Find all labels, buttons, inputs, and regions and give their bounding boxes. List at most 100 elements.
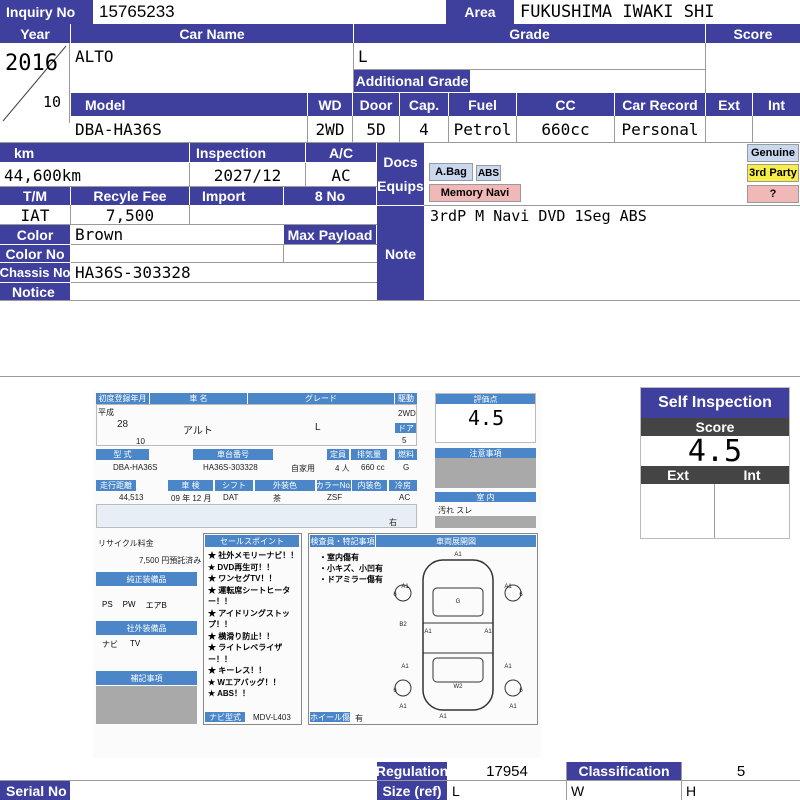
sheet-supplement-title: 補記事項 — [96, 671, 197, 685]
auction-sheet-image: 初度登録年月 車 名 グレード 駆動 平成 28 10 アルト L 2WD ドア… — [93, 390, 541, 758]
wd-value: 2WD — [315, 120, 345, 139]
cc-label: CC — [517, 93, 614, 116]
grade-value: L — [358, 46, 368, 66]
note-label: Note — [377, 206, 424, 301]
damage-mark: A1 — [504, 664, 512, 670]
thirdparty-equip-item: ナビ — [102, 640, 118, 649]
sheet-recycle-val: 7,500 円預託済み — [139, 556, 202, 565]
size-w: W — [571, 782, 585, 799]
sheet-km: 走行距離 — [96, 480, 136, 491]
tm-value: IAT — [20, 205, 50, 225]
damage-mark: B2 — [399, 622, 407, 628]
sheet-chassis: 車台番号 — [193, 449, 273, 460]
sheet-interior-val: 汚れ スレ — [438, 506, 473, 515]
damage-mark: G — [456, 599, 461, 605]
damage-mark: A1 — [401, 664, 409, 670]
memory-navi-badge: Memory Navi — [429, 184, 521, 202]
recycle-fee-value: 7,500 — [105, 205, 155, 225]
sheet-shift: シフト — [215, 480, 253, 491]
year-value: 2016 — [5, 51, 58, 76]
sheet-notes-title: 注意事項 — [435, 448, 536, 458]
genuine-legend: Genuine — [747, 144, 799, 162]
damage-mark: 6 — [519, 592, 523, 598]
sheet-color-no: カラーNo. — [317, 480, 351, 491]
damage-mark: A1 — [439, 714, 447, 720]
regulation-value: 17954 — [486, 762, 528, 780]
sheet-type-val: DBA-HA36S — [113, 463, 158, 472]
genuine-equip-item: PS — [102, 600, 113, 609]
sheet-genuine-values: PS PW エアB — [96, 600, 203, 612]
score-label: Score — [706, 24, 800, 43]
sheet-recycle: リサイクル料金 — [98, 539, 154, 548]
car-name-value: ALTO — [75, 47, 114, 66]
damage-mark: A1 — [504, 584, 512, 590]
inquiry-value: 15765233 — [99, 2, 175, 21]
ac-label: A/C — [306, 143, 376, 162]
equips-label: Equips — [377, 178, 424, 194]
car-record-value: Personal — [621, 120, 699, 139]
serial-no-label: Serial No — [0, 781, 70, 800]
notice-label: Notice — [0, 283, 70, 301]
sheet-car-name: 車 名 — [150, 393, 247, 404]
unknown-legend: ? — [747, 185, 799, 203]
third-party-legend: 3rd Party — [747, 164, 799, 182]
area-label: Area — [446, 0, 514, 24]
color-label: Color — [0, 225, 70, 244]
sheet-cc: 排気量 — [351, 449, 387, 460]
self-int-label: Int — [715, 466, 789, 484]
sheet-type: 型 式 — [96, 449, 149, 460]
sheet-right: 右 — [389, 518, 397, 527]
sheet-ext-color-val: 茶 — [273, 494, 281, 503]
sheet-drive: 駆動 — [395, 393, 417, 404]
max-payload-label: Max Payload — [284, 225, 376, 244]
sheet-inspect-val: 09 年 12 月 — [171, 494, 212, 503]
damage-mark: A1 — [509, 704, 517, 710]
damage-mark: 6 — [393, 592, 397, 598]
damage-mark: A1 — [401, 584, 409, 590]
docs-label: Docs — [383, 154, 418, 170]
sheet-thirdparty-values: ナビ TV — [96, 639, 203, 651]
km-value: 44,600km — [4, 165, 82, 185]
self-inspection-panel: Self Inspection Score 4.5 Ext Int — [640, 387, 790, 539]
sheet-cap: 定員 — [327, 449, 349, 460]
car-record-label: Car Record — [615, 93, 705, 116]
sheet-color-no-val: ZSF — [327, 493, 343, 502]
size-ref-label: Size (ref) — [377, 781, 447, 800]
year-label: Year — [0, 24, 70, 43]
self-inspection-title: Self Inspection — [641, 388, 789, 418]
sheet-fuel-val: G — [403, 463, 410, 472]
car-name-label: Car Name — [71, 24, 353, 43]
damage-mark: 6 — [519, 688, 523, 694]
car-damage-map: A1A1GA1A1B2A1A1 A1A1W2A1A16 66 6 — [393, 552, 523, 720]
cc-value: 660cc — [541, 120, 590, 139]
recycle-fee-label: Recyle Fee — [71, 187, 189, 205]
fuel-label: Fuel — [449, 93, 516, 116]
ext-label: Ext — [706, 93, 752, 116]
sheet-thirdparty-title: 社外装備品 — [96, 621, 197, 635]
sheet-cap-val: 4 人 — [335, 464, 350, 473]
model-label: Model — [71, 93, 307, 116]
color-no-label: Color No — [0, 245, 70, 262]
sheet-km-val: 44,513 — [119, 493, 144, 502]
sheet-cc-val: 660 cc — [361, 463, 385, 472]
note-value: 3rdP M Navi DVD 1Seg ABS — [430, 207, 647, 225]
sheet-inspect: 車 検 — [168, 480, 213, 491]
regulation-label: Regulation — [377, 762, 447, 780]
inspection-label: Inspection — [190, 143, 305, 162]
sheet-ac-val: AC — [399, 493, 411, 502]
sheet-score-val: 4.5 — [468, 406, 505, 430]
import-label: Import — [190, 187, 283, 205]
int-label: Int — [753, 93, 800, 116]
ac-value: AC — [331, 165, 351, 185]
fuel-value: Petrol — [453, 120, 512, 139]
sheet-interior-title: 室 内 — [435, 492, 536, 502]
wd-label: WD — [308, 93, 352, 116]
sheet-grade: グレード — [248, 393, 394, 404]
genuine-equip-item: PW — [122, 600, 136, 609]
sheet-score-title: 評価点 — [436, 394, 535, 404]
cap-value: 4 — [419, 120, 429, 139]
door-label: Door — [353, 93, 399, 116]
grade-label: Grade — [354, 24, 705, 43]
sheet-score-box: 評価点 4.5 — [435, 393, 536, 443]
eight-no-label: 8 No — [284, 187, 376, 205]
